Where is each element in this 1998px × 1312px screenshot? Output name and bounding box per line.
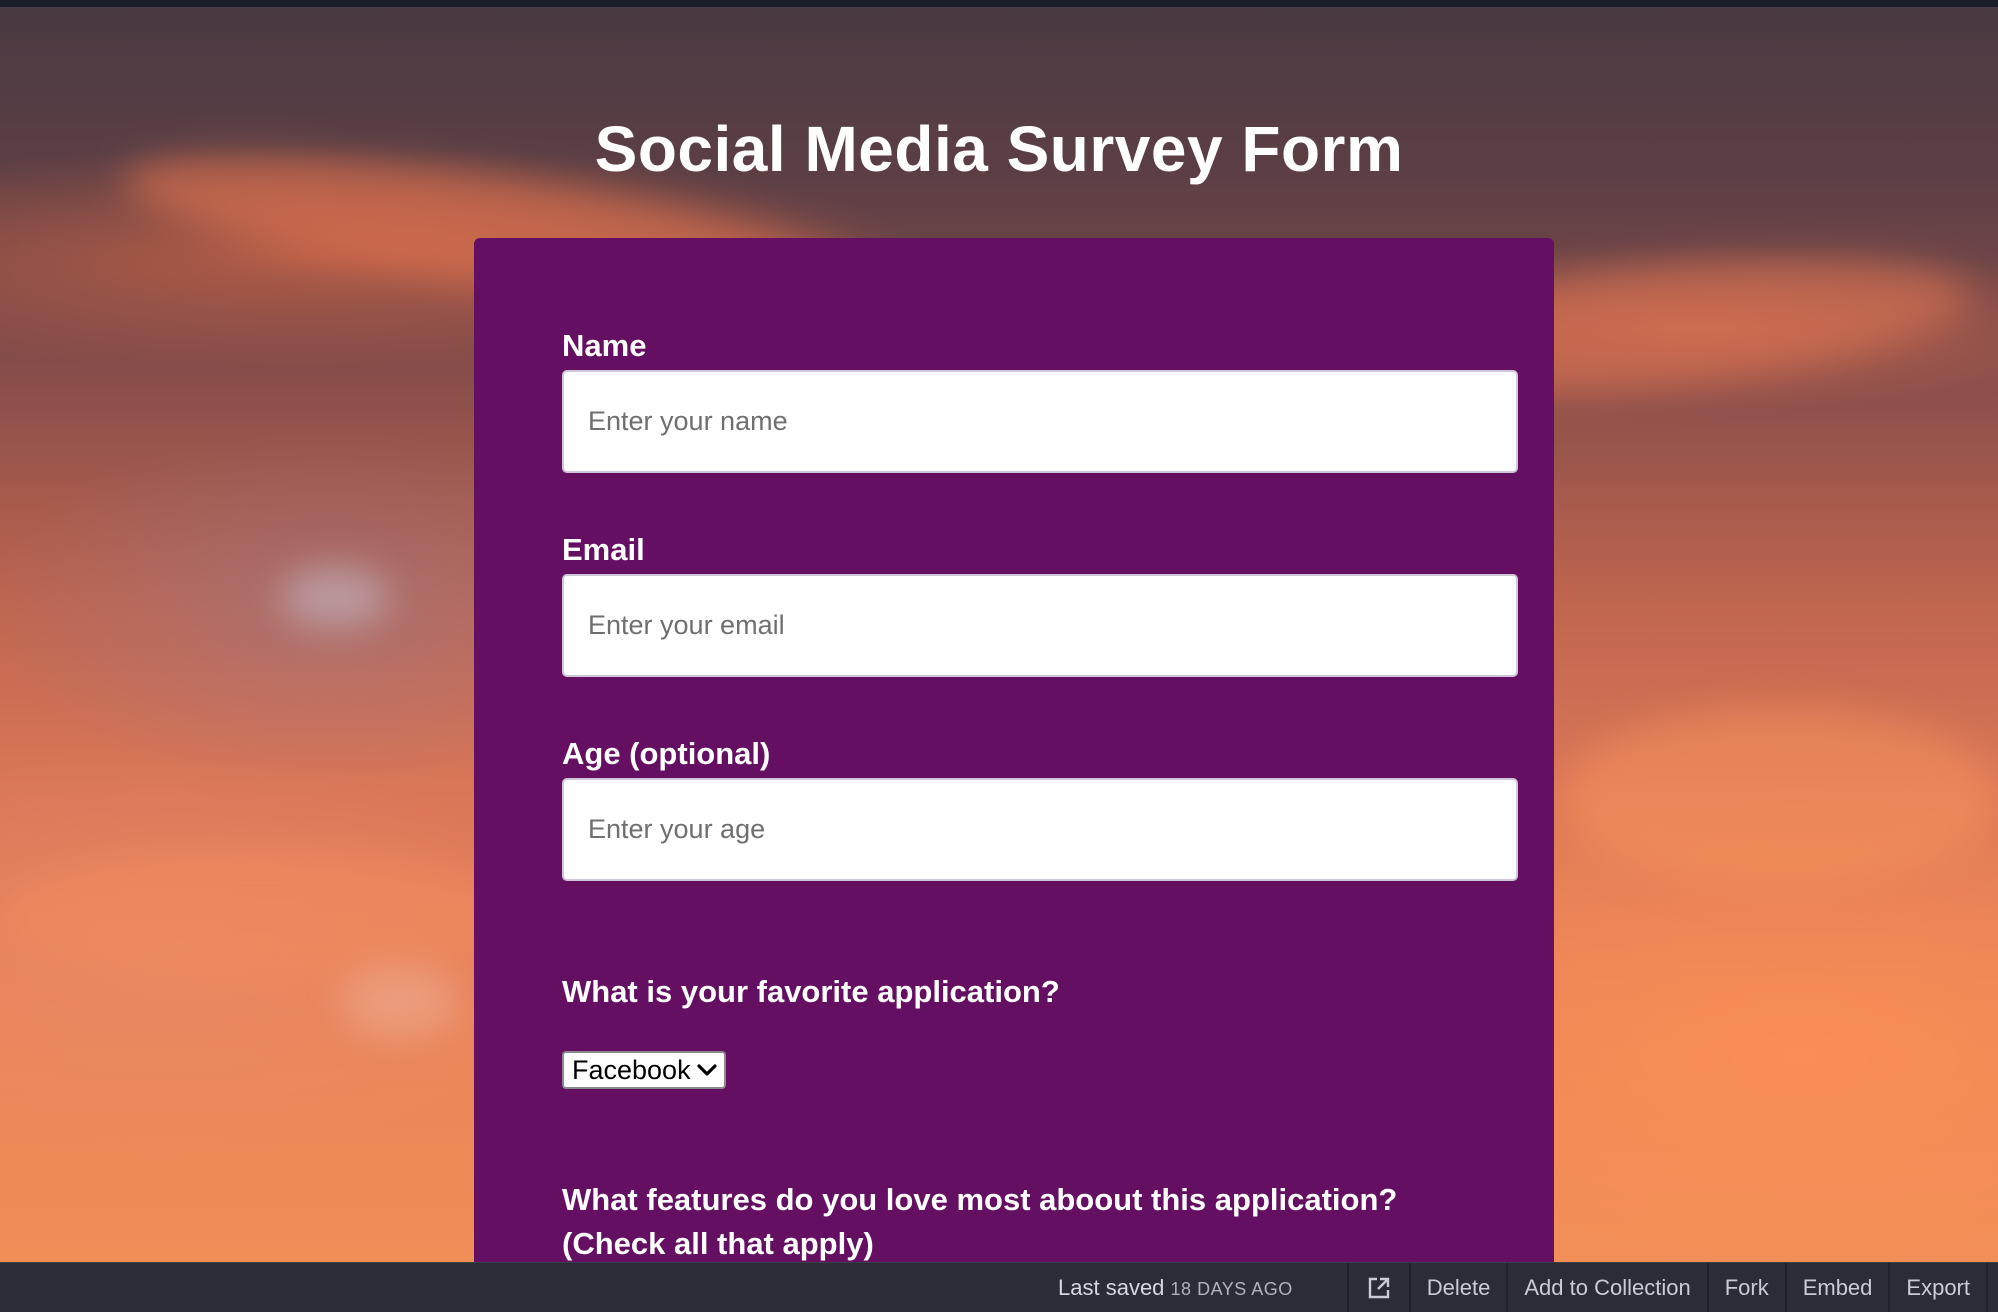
- embed-button[interactable]: Embed: [1784, 1262, 1889, 1312]
- name-label: Name: [562, 328, 647, 363]
- favorite-app-selected-value: Facebook: [572, 1054, 691, 1085]
- favorite-app-select[interactable]: Facebook: [562, 1051, 726, 1089]
- fork-button[interactable]: Fork: [1706, 1262, 1785, 1312]
- age-input[interactable]: [562, 778, 1518, 881]
- email-input[interactable]: [562, 574, 1518, 677]
- name-input[interactable]: [562, 370, 1518, 473]
- features-question-line2: (Check all that apply): [562, 1226, 874, 1261]
- features-question-line1: What features do you love most aboout th…: [562, 1182, 1398, 1217]
- open-in-new-window-button[interactable]: [1346, 1262, 1409, 1312]
- page-title: Social Media Survey Form: [594, 113, 1404, 185]
- features-question: What features do you love most aboout th…: [562, 1178, 1522, 1266]
- top-window-strip: [0, 0, 1998, 7]
- age-label: Age (optional): [562, 736, 771, 771]
- overflow-menu-button[interactable]: [1986, 1262, 1998, 1312]
- editor-bottom-bar: Last saved 18 DAYS AGO Delete Add to Col…: [0, 1262, 1998, 1312]
- last-saved-time: 18 DAYS AGO: [1170, 1278, 1293, 1299]
- external-link-icon: [1368, 1277, 1389, 1298]
- last-saved-label: Last saved: [1058, 1274, 1165, 1300]
- add-to-collection-button[interactable]: Add to Collection: [1506, 1262, 1706, 1312]
- delete-button[interactable]: Delete: [1408, 1262, 1507, 1312]
- survey-form: Name Email Age (optional) What is your f…: [474, 238, 1554, 1268]
- chevron-down-icon: [697, 1064, 717, 1076]
- favorite-app-question: What is your favorite application?: [562, 974, 1060, 1009]
- email-label: Email: [562, 532, 645, 567]
- last-saved-status: Last saved 18 DAYS AGO: [1058, 1275, 1347, 1301]
- export-button[interactable]: Export: [1888, 1262, 1986, 1312]
